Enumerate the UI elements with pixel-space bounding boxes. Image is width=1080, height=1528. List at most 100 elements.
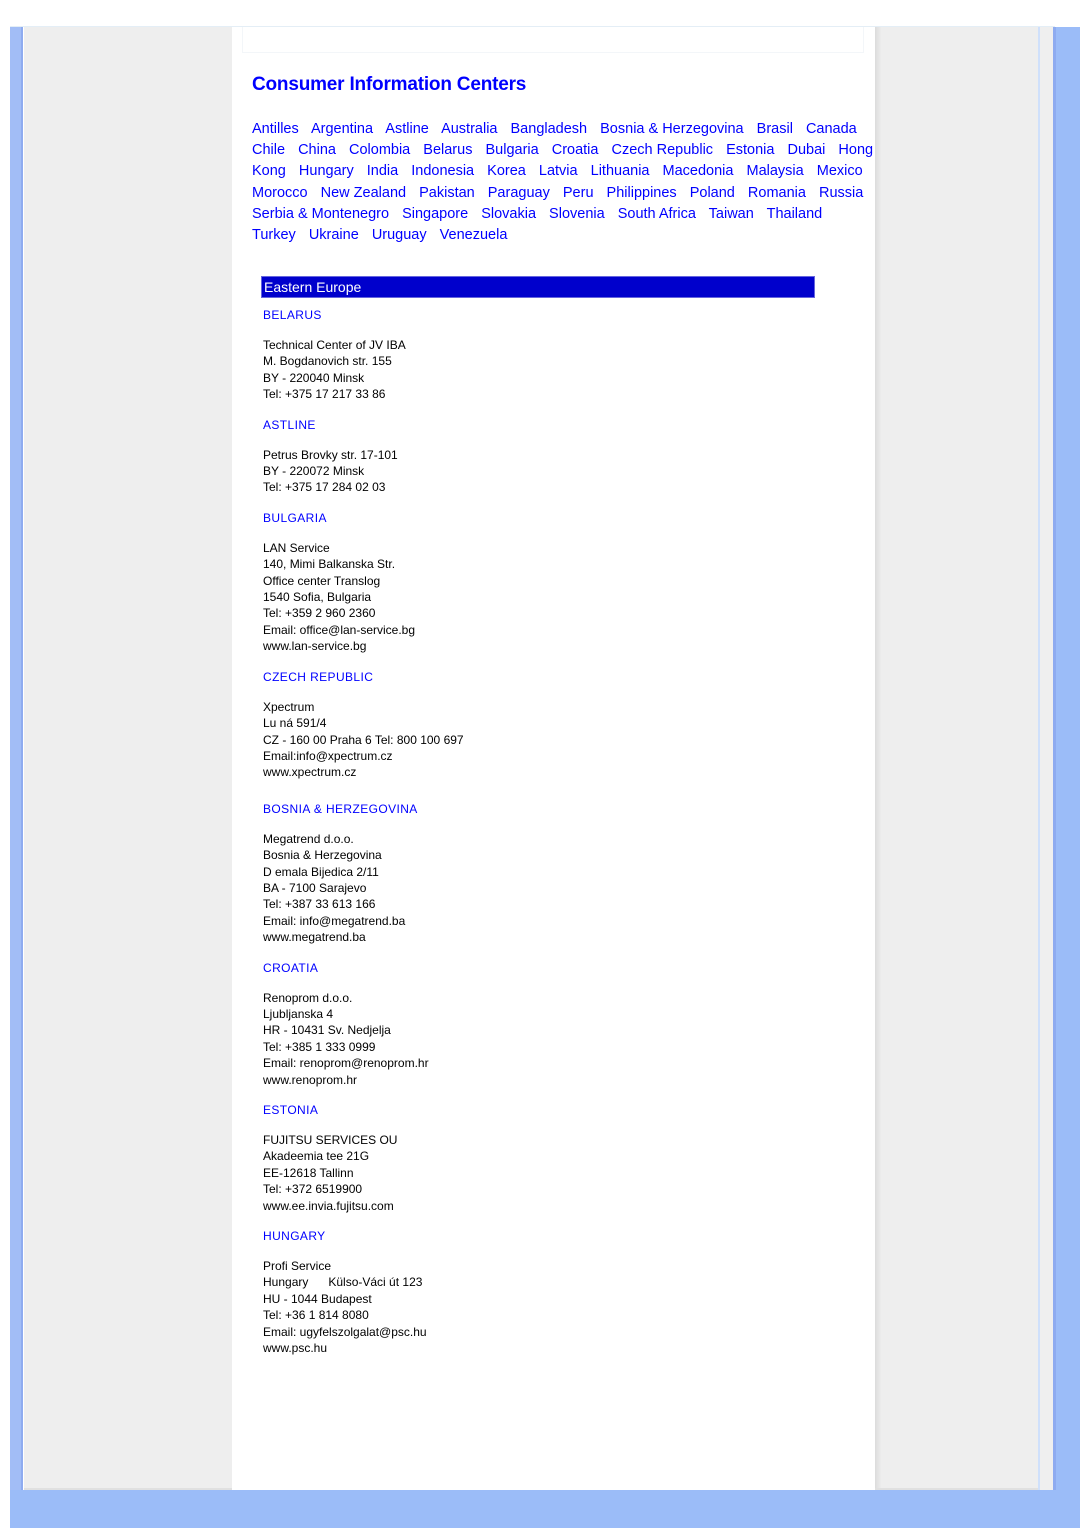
country-link[interactable]: Korea (487, 163, 526, 179)
frame-right-gray-panel (881, 27, 1038, 1490)
country-link[interactable]: Thailand (767, 206, 823, 222)
entry-line: www.psc.hu (263, 1341, 328, 1356)
country-link[interactable]: Paraguay (488, 185, 550, 201)
entry-line: Tel: +375 17 284 02 03 (263, 480, 386, 495)
entry-line: EE-12618 Tallinn (263, 1165, 354, 1180)
country-link[interactable]: Croatia (552, 142, 599, 158)
country-link[interactable]: Estonia (726, 142, 774, 158)
entry-line: Tel: +387 33 613 166 (263, 897, 376, 912)
country-link[interactable]: Slovakia (481, 206, 536, 222)
country-link[interactable]: Canada (806, 121, 857, 137)
entry-line: Akadeemia tee 21G (263, 1149, 370, 1164)
country-link[interactable]: Romania (748, 185, 806, 201)
entry-heading: HUNGARY (263, 1229, 326, 1244)
entry-line: www.ee.invia.fujitsu.com (263, 1198, 394, 1213)
entry-line: Tel: +385 1 333 0999 (263, 1039, 376, 1054)
country-link[interactable]: Morocco (252, 185, 308, 201)
country-link[interactable]: Lithuania (591, 163, 650, 179)
country-link[interactable]: Philippines (607, 185, 677, 201)
entry-line: Petrus Brovky str. 17-101 (263, 447, 398, 462)
entry-line: Ljubljanska 4 (263, 1006, 334, 1021)
country-link[interactable]: Taiwan (709, 206, 754, 222)
entry-line: Tel: +372 6519900 (263, 1182, 363, 1197)
contact-entry: HUNGARY Profi Service Hungary Külso-Váci ú… (263, 1228, 823, 1356)
country-link-list: Antilles Argentina Astline Australia Ban… (252, 119, 882, 246)
country-link[interactable]: India (367, 163, 398, 179)
country-link[interactable]: Mexico (817, 163, 863, 179)
entry-heading: CZECH REPUBLIC (263, 669, 374, 684)
entry-line: Renoprom d.o.o. (263, 990, 353, 1005)
entry-line: www.megatrend.ba (263, 930, 366, 945)
country-link[interactable]: Argentina (311, 121, 373, 137)
country-link[interactable]: Latvia (539, 163, 578, 179)
entry-heading: BELARUS (263, 308, 322, 322)
entry-line: Megatrend d.o.o. (263, 831, 354, 846)
entry-line: LAN Service (263, 540, 330, 555)
country-link[interactable]: Macedonia (663, 163, 734, 179)
country-link[interactable]: Czech Republic (612, 142, 714, 158)
entry-line: Tel: +375 17 217 33 86 (263, 387, 386, 402)
country-link[interactable]: Peru (563, 185, 594, 201)
entry-line: Lu ná 591/4 (263, 716, 327, 731)
country-link[interactable]: China (298, 142, 336, 158)
page-title: Consumer Information Centers (252, 74, 527, 95)
country-link[interactable]: Antilles (252, 121, 299, 137)
country-link[interactable]: Poland (690, 185, 735, 201)
entry-line: HR - 10431 Sv. Nedjelja (263, 1023, 391, 1038)
country-link[interactable]: Dubai (788, 142, 826, 158)
contact-entry: BOSNIA & HERZEGOVINA Megatrend d.o.o. Bosn… (263, 801, 823, 946)
country-link[interactable]: Ukraine (309, 227, 359, 243)
content-page: Consumer Information Centers Antilles Ar… (232, 27, 875, 1490)
entry-heading: ESTONIA (263, 1103, 319, 1117)
country-link[interactable]: Malaysia (746, 163, 803, 179)
entry-line: FUJITSU SERVICES OU (263, 1133, 398, 1147)
country-link[interactable]: Bangladesh (511, 121, 588, 137)
country-link[interactable]: Brasil (757, 121, 793, 137)
country-link[interactable]: Slovenia (549, 206, 605, 222)
country-link[interactable]: Turkey (252, 227, 296, 243)
entry-line: BY - 220072 Minsk (263, 464, 365, 479)
country-link[interactable]: Serbia & Montenegro (252, 206, 389, 222)
entry-line: Tel: +36 1 814 8080 (263, 1308, 369, 1323)
contact-entry: CROATIA Renoprom d.o.o. Ljubljanska 4 HR - … (263, 960, 823, 1088)
entry-line: Bosnia & Herzegovina (263, 848, 382, 863)
entry-line: www.renoprom.hr (263, 1072, 358, 1087)
frame-left-blue-line (21, 27, 23, 1490)
entry-line: Office center Translog (263, 573, 381, 588)
entry-line: Email: renoprom@renoprom.hr (263, 1056, 429, 1071)
country-link[interactable]: Russia (819, 185, 863, 201)
entry-line: BY - 220040 Minsk (263, 370, 365, 385)
country-link[interactable]: Australia (441, 121, 497, 137)
entry-heading: CROATIA (263, 960, 319, 975)
frame-bottom-blue-band (10, 1490, 1080, 1528)
contact-entry: ESTONIA FUJITSU SERVICES OU Akadeemia tee … (263, 1102, 823, 1214)
country-link[interactable]: New Zealand (321, 185, 406, 201)
country-link[interactable]: South Africa (618, 206, 696, 222)
country-link[interactable]: Astline (385, 121, 429, 137)
country-link[interactable]: Pakistan (419, 185, 475, 201)
country-link[interactable]: Venezuela (440, 227, 508, 243)
contact-entries: BELARUS Technical Center of JV IBA M. Bogd… (263, 307, 823, 1380)
country-link[interactable]: Belarus (423, 142, 472, 158)
country-link[interactable]: Indonesia (411, 163, 474, 179)
country-link[interactable]: Bosnia & Herzegovina (600, 121, 743, 137)
entry-heading: BULGARIA (263, 510, 327, 525)
country-link[interactable]: Singapore (402, 206, 468, 222)
entry-line: Email: office@lan-service.bg (263, 622, 416, 637)
entry-line: Xpectrum (263, 699, 315, 714)
entry-line: HU - 1044 Budapest (263, 1291, 372, 1306)
country-link[interactable]: Chile (252, 142, 285, 158)
entry-line: 140, Mimi Balkanska Str. (263, 557, 396, 572)
entry-heading: BOSNIA & HERZEGOVINA (263, 801, 418, 816)
entry-line: Email:info@xpectrum.cz (263, 748, 393, 763)
country-link[interactable]: Colombia (349, 142, 410, 158)
country-link[interactable]: Uruguay (372, 227, 427, 243)
contact-entry: CZECH REPUBLIC Xpectrum Lu ná 591/4 CZ - 16… (263, 669, 823, 781)
entry-line: BA - 7100 Sarajevo (263, 880, 367, 895)
country-link[interactable]: Bulgaria (485, 142, 538, 158)
contact-entry: ASTLINE Petrus Brovky str. 17-101 BY - 220… (263, 417, 823, 496)
country-link[interactable]: Hungary (299, 163, 354, 179)
entry-line: Email: ugyfelszolgalat@psc.hu (263, 1324, 427, 1339)
frame-left-gray-panel (24, 27, 232, 1490)
region-header: Eastern Europe (261, 276, 815, 298)
